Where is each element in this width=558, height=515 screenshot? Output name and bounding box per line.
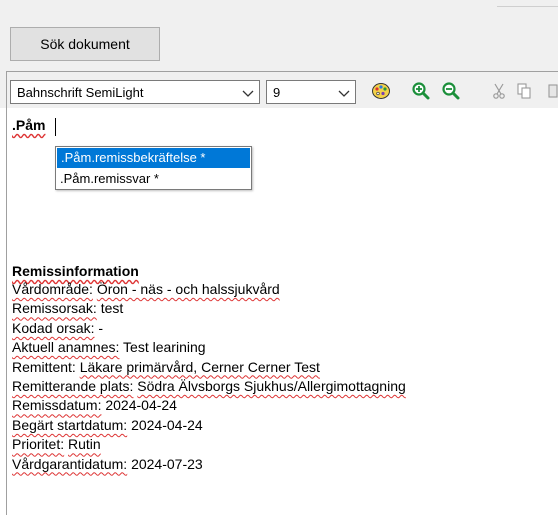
- font-family-value: Bahnschrift SemiLight: [17, 85, 144, 100]
- remiss-row-label: Vårdområde:: [12, 281, 93, 297]
- remiss-row-label: Remissdatum:: [12, 397, 102, 414]
- font-size-select[interactable]: 9: [266, 80, 356, 104]
- remiss-row-value: test: [100, 300, 124, 317]
- remiss-row: Vårdgarantidatum: 2024-07-23: [12, 455, 406, 474]
- remiss-row: Remittent: Läkare primärvård, Cerner Cer…: [12, 358, 406, 377]
- typed-text[interactable]: .Påm: [12, 117, 45, 133]
- remiss-row-value: Rutin: [68, 436, 101, 453]
- remiss-row-label: Prioritet:: [12, 436, 65, 453]
- search-documents-button[interactable]: Sök dokument: [10, 27, 160, 61]
- remiss-title: Remissinformation: [12, 263, 139, 279]
- remiss-row-value: Test learining: [123, 339, 206, 356]
- chevron-down-icon: [338, 90, 350, 97]
- remiss-row-value: Öron - näs - och halssjukvård: [96, 281, 280, 297]
- zoom-in-icon[interactable]: [410, 80, 432, 102]
- remiss-row-value: Läkare primärvård, Cerner Cerner Test: [79, 358, 320, 375]
- remiss-row-value: 2024-07-23: [131, 455, 203, 472]
- copy-icon[interactable]: [513, 80, 535, 102]
- remiss-row-value: -: [98, 319, 104, 336]
- remiss-information: Remissinformation Vårdområde: Öron - näs…: [12, 262, 406, 474]
- paste-icon[interactable]: [546, 80, 558, 102]
- remiss-row: Remissorsak: test: [12, 299, 406, 318]
- zoom-out-icon[interactable]: [440, 80, 462, 102]
- remiss-row-value: Södra Älvsborgs Sjukhus/Allergimottagnin…: [137, 378, 406, 395]
- remiss-row-label: Aktuell anamnes:: [12, 339, 120, 356]
- text-caret: [55, 118, 56, 136]
- autocomplete-list[interactable]: .Påm.remissbekräftelse * .Påm.remissvar …: [55, 146, 252, 190]
- top-right-divider: [497, 6, 558, 7]
- font-size-value: 9: [273, 85, 281, 100]
- remiss-row: Kodad orsak: -: [12, 319, 406, 338]
- remiss-row-label: Remitterande plats:: [12, 378, 134, 395]
- autocomplete-item[interactable]: .Påm.remissbekräftelse *: [57, 148, 250, 168]
- remiss-row-value: 2024-04-24: [131, 416, 203, 433]
- font-family-select[interactable]: Bahnschrift SemiLight: [10, 80, 260, 104]
- remiss-row-label: Remittent:: [12, 358, 76, 375]
- remiss-row: Prioritet: Rutin: [12, 435, 406, 454]
- remiss-row: Remitterande plats: Södra Älvsborgs Sjuk…: [12, 377, 406, 396]
- autocomplete-item[interactable]: .Påm.remissvar *: [56, 169, 251, 189]
- remiss-row: Aktuell anamnes: Test learining: [12, 338, 406, 357]
- remiss-row-value: 2024-04-24: [105, 397, 177, 414]
- palette-icon[interactable]: [370, 80, 392, 102]
- chevron-down-icon: [242, 90, 254, 97]
- remiss-row: Remissdatum: 2024-04-24: [12, 396, 406, 415]
- remiss-row: Begärt startdatum: 2024-04-24: [12, 416, 406, 435]
- remiss-row-label: Kodad orsak:: [12, 319, 95, 336]
- remiss-row-label: Vårdgarantidatum:: [12, 455, 128, 472]
- search-documents-label: Sök dokument: [40, 36, 130, 52]
- cut-icon[interactable]: [488, 80, 510, 102]
- remiss-row: Vårdområde: Öron - näs - och halssjukvår…: [12, 280, 406, 299]
- remiss-row-label: Remissorsak:: [12, 300, 97, 317]
- remiss-row-label: Begärt startdatum:: [12, 416, 128, 433]
